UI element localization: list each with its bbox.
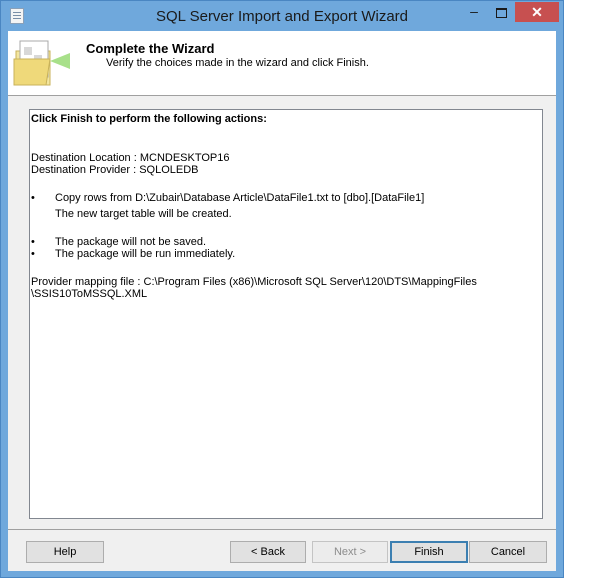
- bullet-run: •: [31, 248, 35, 260]
- minimize-button[interactable]: –: [461, 3, 487, 23]
- bullet-not-saved: •: [31, 236, 35, 248]
- maximize-button[interactable]: [488, 3, 514, 23]
- cancel-button[interactable]: Cancel: [469, 541, 547, 563]
- not-saved-line: The package will not be saved.: [55, 236, 207, 248]
- footer-separator: [8, 529, 556, 530]
- wizard-client-area: Complete the Wizard Verify the choices m…: [8, 31, 556, 571]
- new-table-line: The new target table will be created.: [55, 208, 232, 220]
- summary-text-box[interactable]: Click Finish to perform the following ac…: [29, 109, 543, 519]
- copy-rows-line: Copy rows from D:\Zubair\Database Articl…: [55, 192, 425, 204]
- mapping-file-line2: \SSIS10ToMSSQL.XML: [31, 288, 148, 300]
- close-button[interactable]: ✕: [515, 2, 559, 22]
- destination-provider: Destination Provider : SQLOLEDB: [31, 164, 199, 176]
- summary-title: Click Finish to perform the following ac…: [31, 113, 267, 125]
- header-subtitle: Verify the choices made in the wizard an…: [106, 57, 369, 69]
- back-button[interactable]: < Back: [230, 541, 306, 563]
- help-button[interactable]: Help: [26, 541, 104, 563]
- bullet-copy: •: [31, 192, 35, 204]
- wizard-folder-icon: [13, 40, 70, 86]
- destination-location: Destination Location : MCNDESKTOP16: [31, 152, 230, 164]
- mapping-file-line1: Provider mapping file : C:\Program Files…: [31, 276, 477, 288]
- wizard-window: SQL Server Import and Export Wizard – ✕ …: [0, 0, 564, 578]
- next-button[interactable]: Next >: [312, 541, 388, 563]
- header-title: Complete the Wizard: [86, 41, 215, 56]
- maximize-icon: [496, 8, 507, 18]
- run-immediately-line: The package will be run immediately.: [55, 248, 236, 260]
- wizard-header: Complete the Wizard Verify the choices m…: [8, 31, 556, 96]
- title-bar[interactable]: SQL Server Import and Export Wizard – ✕: [1, 1, 563, 31]
- finish-button[interactable]: Finish: [390, 541, 468, 563]
